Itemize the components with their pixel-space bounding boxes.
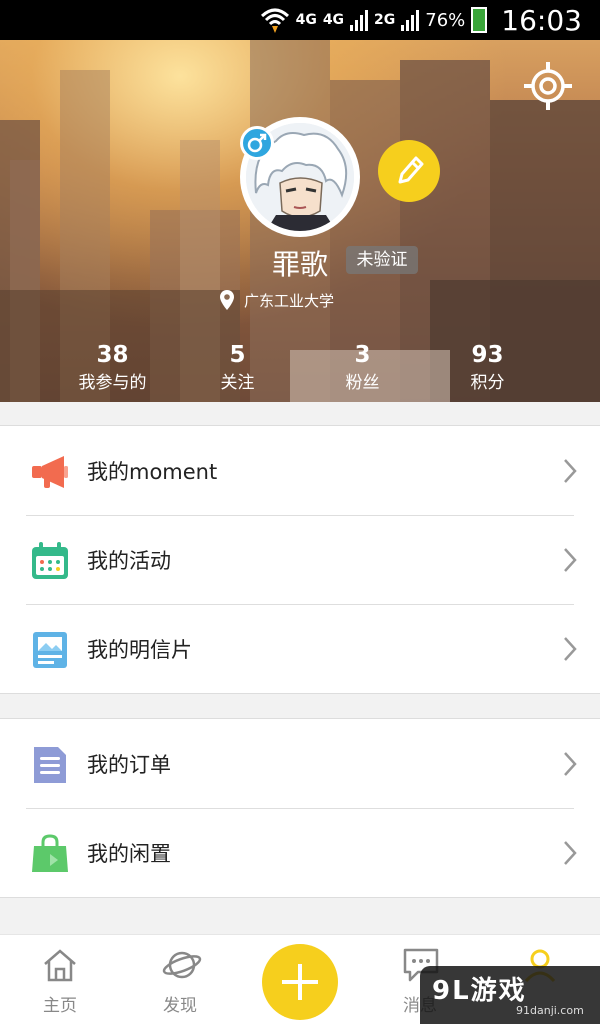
chevron-right-icon bbox=[564, 841, 577, 865]
plus-icon bbox=[282, 964, 318, 1000]
verify-status-badge[interactable]: 未验证 bbox=[346, 246, 418, 274]
menu-label: 我的订单 bbox=[87, 753, 171, 777]
planet-icon bbox=[162, 951, 202, 979]
stat-value: 3 bbox=[354, 342, 371, 368]
pencil-icon bbox=[398, 156, 424, 184]
chevron-right-icon bbox=[564, 459, 577, 483]
stat-label: 积分 bbox=[470, 373, 505, 393]
menu-label: 我的moment bbox=[87, 460, 218, 484]
stat-label: 我参与的 bbox=[78, 373, 147, 393]
clock: 16:03 bbox=[501, 3, 582, 37]
stat-value: 38 bbox=[96, 342, 129, 368]
school-location: 广东工业大学 bbox=[220, 288, 334, 312]
watermark-url: 91danji.com bbox=[516, 1004, 584, 1017]
tab-discover[interactable]: 发现 bbox=[120, 935, 240, 1024]
calendar-icon bbox=[32, 542, 68, 579]
status-bar: 4G 4G 2G 76% 16:03 bbox=[0, 0, 600, 40]
menu-group-trade: 我的订单 我的闲置 bbox=[0, 718, 600, 898]
edit-profile-button[interactable] bbox=[378, 140, 440, 202]
menu-item-activities[interactable]: 我的活动 bbox=[0, 515, 600, 604]
user-name: 罪歌 bbox=[271, 248, 328, 281]
tab-label: 发现 bbox=[163, 996, 197, 1016]
network-type-2: 4G bbox=[322, 12, 345, 28]
stat-value: 93 bbox=[471, 342, 504, 368]
male-gender-icon bbox=[240, 126, 274, 160]
menu-group-main: 我的moment 我的活动 我的明信片 bbox=[0, 425, 600, 694]
school-name: 广东工业大学 bbox=[244, 291, 335, 310]
menu-item-postcards[interactable]: 我的明信片 bbox=[0, 604, 600, 693]
chevron-right-icon bbox=[564, 637, 577, 661]
stat-following[interactable]: 5 关注 bbox=[175, 340, 300, 396]
stat-followers[interactable]: 3 粉丝 bbox=[300, 340, 425, 396]
network-type-1: 4G bbox=[295, 12, 317, 28]
menu-item-orders[interactable]: 我的订单 bbox=[0, 719, 600, 808]
chevron-right-icon bbox=[564, 548, 577, 572]
tab-home[interactable]: 主页 bbox=[0, 935, 120, 1024]
stat-value: 5 bbox=[229, 342, 246, 368]
network-type-3: 2G bbox=[374, 12, 396, 28]
menu-label: 我的闲置 bbox=[87, 842, 171, 866]
create-button[interactable] bbox=[262, 944, 338, 1020]
stat-label: 粉丝 bbox=[345, 373, 380, 393]
watermark-logo: 9L游戏 bbox=[432, 976, 527, 1006]
home-icon bbox=[44, 949, 76, 982]
menu-label: 我的明信片 bbox=[87, 638, 192, 662]
shopping-bag-icon bbox=[32, 834, 68, 872]
tab-label: 主页 bbox=[43, 996, 77, 1016]
site-watermark: 9L游戏 91danji.com bbox=[420, 966, 600, 1024]
order-doc-icon bbox=[34, 747, 66, 783]
battery-percent: 76% bbox=[425, 9, 466, 31]
stat-participated[interactable]: 38 我参与的 bbox=[50, 340, 175, 396]
menu-label: 我的活动 bbox=[87, 549, 171, 573]
menu-item-moment[interactable]: 我的moment bbox=[0, 426, 600, 515]
profile-header: 罪歌 未验证 广东工业大学 38 我参与的 5 关注 3 粉丝 93 积分 bbox=[0, 40, 600, 402]
profile-stats: 38 我参与的 5 关注 3 粉丝 93 积分 bbox=[0, 340, 600, 400]
chevron-right-icon bbox=[564, 752, 577, 776]
menu-item-idle-goods[interactable]: 我的闲置 bbox=[0, 808, 600, 897]
battery-icon bbox=[471, 7, 488, 33]
stat-label: 关注 bbox=[220, 373, 255, 393]
wifi-icon bbox=[260, 8, 289, 33]
stat-points[interactable]: 93 积分 bbox=[425, 340, 550, 396]
location-pin-icon bbox=[220, 290, 234, 310]
postcard-icon bbox=[33, 632, 67, 668]
settings-icon[interactable] bbox=[522, 60, 574, 112]
signal-icon bbox=[350, 9, 369, 31]
megaphone-icon bbox=[32, 456, 68, 488]
signal-icon-2 bbox=[401, 9, 420, 31]
